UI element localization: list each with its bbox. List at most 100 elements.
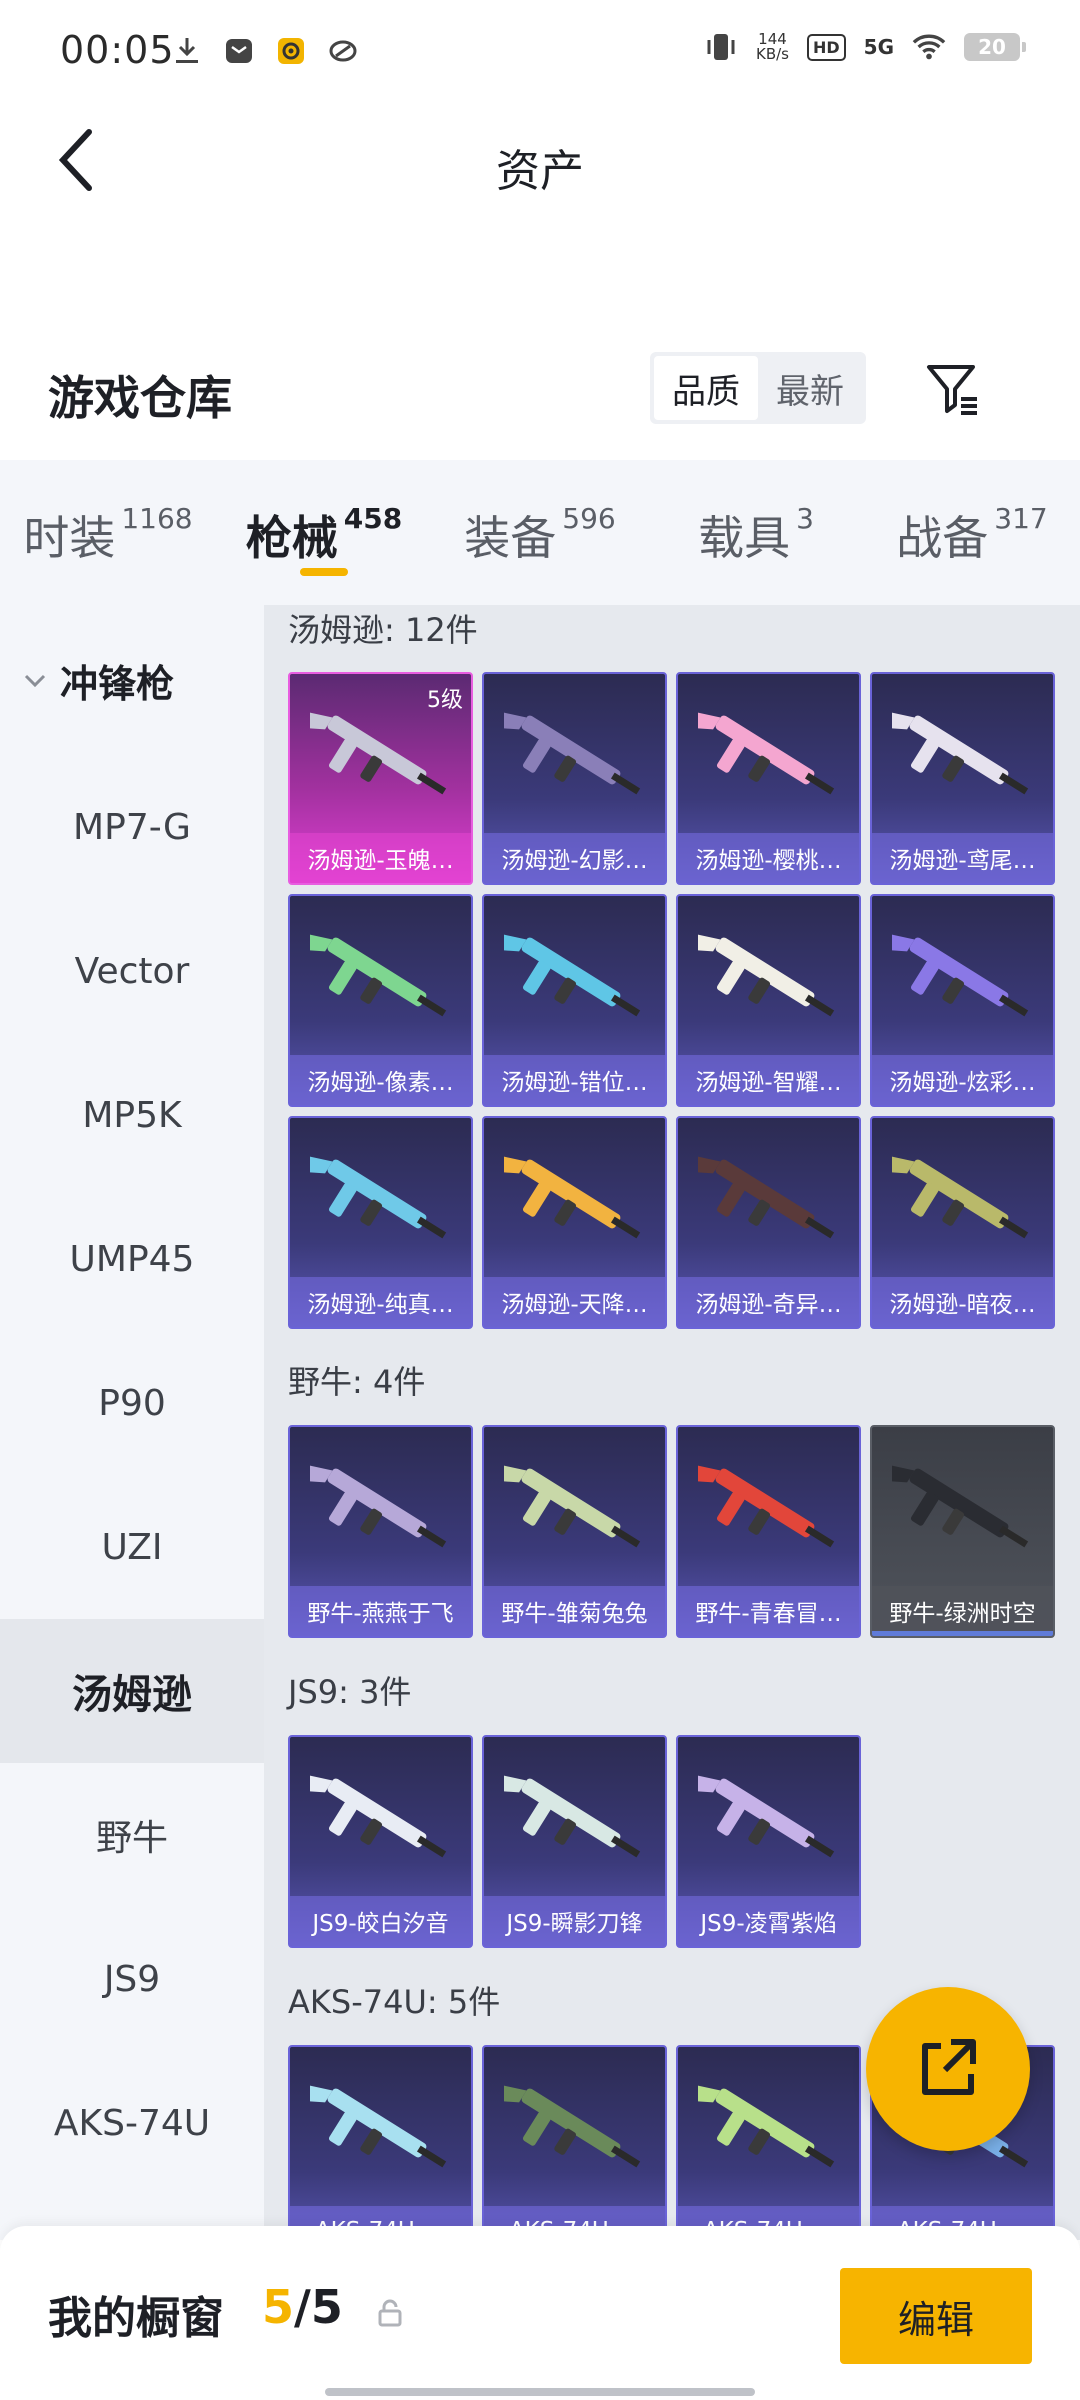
lock-icon (375, 2298, 405, 2328)
status-time: 00:05 (60, 28, 175, 72)
sidebar-item-aks74u[interactable]: AKS-74U (0, 2051, 264, 2195)
sidebar-item-vector[interactable]: Vector (0, 899, 264, 1043)
active-tab-indicator (300, 568, 348, 576)
tab-vehicles[interactable]: 载具 3 (648, 460, 864, 605)
weapon-skin-name: 汤姆逊-错位… (484, 1055, 665, 1105)
sort-newest-option[interactable]: 最新 (758, 356, 862, 420)
sidebar-group-smg[interactable]: 冲锋枪 (0, 605, 264, 755)
weapon-skin-card[interactable]: 汤姆逊-鸢尾… (870, 672, 1055, 885)
hd-badge: HD (806, 33, 846, 61)
page-title: 资产 (496, 146, 584, 197)
tab-supplies[interactable]: 战备 317 (864, 460, 1080, 605)
sidebar-item-ump45[interactable]: UMP45 (0, 1187, 264, 1331)
warehouse-title: 游戏仓库 (48, 371, 232, 425)
tab-label: 枪械 (245, 511, 338, 565)
weapon-skin-name: 汤姆逊-鸢尾… (872, 833, 1053, 883)
weapon-skin-card[interactable]: AKS-74U-… (676, 2045, 861, 2240)
weapon-skin-name: JS9-皎白汐音 (290, 1896, 471, 1946)
sort-quality-option[interactable]: 品质 (654, 356, 758, 420)
sidebar-item-bizon[interactable]: 野牛 (0, 1763, 264, 1907)
tab-equipment[interactable]: 装备 596 (432, 460, 648, 605)
weapon-skin-name: 汤姆逊-幻影… (484, 833, 665, 883)
tab-count: 458 (343, 502, 403, 535)
warehouse-header: 游戏仓库 品质 最新 (0, 330, 1080, 460)
share-button[interactable] (866, 1987, 1030, 2151)
network-type: 5G (863, 35, 894, 59)
showcase-count: 5/5 (262, 2280, 343, 2334)
status-bar: 00:05 144 KB/s HD 5G 20 (0, 0, 1080, 105)
tab-count: 1168 (121, 502, 193, 535)
weapon-skin-card[interactable]: 野牛-雏菊兔兔 (482, 1425, 667, 1638)
weapon-skin-card[interactable]: 汤姆逊-幻影… (482, 672, 667, 885)
sidebar-item-mp5k[interactable]: MP5K (0, 1043, 264, 1187)
item-grid: JS9-皎白汐音 JS9-瞬影刀锋 JS9-凌霄紫焰 (288, 1735, 1055, 1948)
weapon-skin-card[interactable]: 野牛-青春冒… (676, 1425, 861, 1638)
item-grid: 野牛-燕燕于飞 野牛-雏菊兔兔 野牛-青春冒… 野牛-绿洲时空 (288, 1425, 1055, 1638)
weapon-skin-card[interactable]: AKS-74U-… (288, 2045, 473, 2240)
weapon-skin-card[interactable]: 汤姆逊-错位… (482, 894, 667, 1107)
network-speed: 144 KB/s (755, 30, 789, 63)
weapon-skin-card[interactable]: 汤姆逊-天降… (482, 1116, 667, 1329)
weapon-skin-card[interactable]: 野牛-绿洲时空 (870, 1425, 1055, 1638)
weapon-skin-name: 汤姆逊-像素… (290, 1055, 471, 1105)
tab-label: 时装 (23, 511, 116, 565)
weapon-skin-card[interactable]: 汤姆逊-智耀… (676, 894, 861, 1107)
weapon-skin-name: 野牛-雏菊兔兔 (484, 1586, 665, 1636)
sidebar-group-label: 冲锋枪 (60, 661, 175, 706)
category-tabs: 时装 1168 枪械 458 装备 596 载具 3 战备 317 (0, 460, 1080, 605)
weapon-skin-name: 汤姆逊-樱桃… (678, 833, 859, 883)
sidebar-item-thompson[interactable]: 汤姆逊 (0, 1619, 264, 1763)
weapon-skin-name: 汤姆逊-玉魄… (290, 833, 471, 883)
sidebar-item-mp7g[interactable]: MP7-G (0, 755, 264, 899)
tab-label: 载具 (698, 511, 791, 565)
showcase-bar: 我的橱窗 5/5 编辑 (0, 2226, 1080, 2400)
tab-count: 317 (994, 502, 1048, 535)
weapon-skin-name: 汤姆逊-暗夜… (872, 1277, 1053, 1327)
showcase-title: 我的橱窗 (48, 2293, 224, 2344)
section-title: 野牛: 4件 (288, 1363, 426, 1401)
weapon-skin-card[interactable]: 汤姆逊-像素… (288, 894, 473, 1107)
weapon-skin-card[interactable]: 汤姆逊-樱桃… (676, 672, 861, 885)
battery-indicator: 20 (964, 33, 1026, 61)
section-title: JS9: 3件 (288, 1673, 412, 1711)
app-header: 资产 (0, 105, 1080, 225)
system-icons: 144 KB/s HD 5G 20 (704, 30, 1026, 64)
weapon-skin-name: 野牛-青春冒… (678, 1586, 859, 1636)
download-icon (170, 34, 204, 68)
weapon-skin-card[interactable]: JS9-凌霄紫焰 (676, 1735, 861, 1948)
app-notification-icon (274, 34, 308, 68)
home-indicator (325, 2388, 755, 2396)
notification-icons (170, 34, 360, 68)
filter-button[interactable] (918, 356, 988, 426)
weapon-skin-card[interactable]: 野牛-燕燕于飞 (288, 1425, 473, 1638)
weapon-skin-card[interactable]: 汤姆逊-纯真… (288, 1116, 473, 1329)
weapon-skin-name: JS9-凌霄紫焰 (678, 1896, 859, 1946)
weapon-skin-name: 汤姆逊-智耀… (678, 1055, 859, 1105)
link-icon (326, 34, 360, 68)
chevron-down-icon (24, 674, 46, 688)
weapon-skin-card[interactable]: 汤姆逊-暗夜… (870, 1116, 1055, 1329)
weapon-skin-card[interactable]: 汤姆逊-奇异… (676, 1116, 861, 1329)
tab-fashion[interactable]: 时装 1168 (0, 460, 216, 605)
weapon-type-sidebar: 冲锋枪 MP7-G Vector MP5K UMP45 P90 UZI 汤姆逊 … (0, 605, 264, 2240)
sidebar-item-js9[interactable]: JS9 (0, 1907, 264, 2051)
sidebar-item-p90[interactable]: P90 (0, 1331, 264, 1475)
weapon-skin-name: 野牛-燕燕于飞 (290, 1586, 471, 1636)
edit-button[interactable]: 编辑 (840, 2268, 1032, 2364)
weapon-skin-name: 汤姆逊-天降… (484, 1277, 665, 1327)
weapon-skin-name: 汤姆逊-纯真… (290, 1277, 471, 1327)
sidebar-item-uzi[interactable]: UZI (0, 1475, 264, 1619)
weapon-skin-card[interactable]: AKS-74U-… (482, 2045, 667, 2240)
tab-label: 战备 (896, 511, 989, 565)
tab-count: 596 (562, 502, 616, 535)
tab-firearms[interactable]: 枪械 458 (216, 460, 432, 605)
level-badge: 5级 (427, 688, 463, 713)
message-icon (222, 34, 256, 68)
weapon-skin-card[interactable]: 5级汤姆逊-玉魄… (288, 672, 473, 885)
weapon-skin-card[interactable]: JS9-瞬影刀锋 (482, 1735, 667, 1948)
weapon-skin-card[interactable]: JS9-皎白汐音 (288, 1735, 473, 1948)
wifi-icon (912, 30, 946, 64)
weapon-skin-card[interactable]: 汤姆逊-炫彩… (870, 894, 1055, 1107)
share-icon (913, 2032, 983, 2106)
section-title: 汤姆逊: 12件 (288, 611, 478, 649)
